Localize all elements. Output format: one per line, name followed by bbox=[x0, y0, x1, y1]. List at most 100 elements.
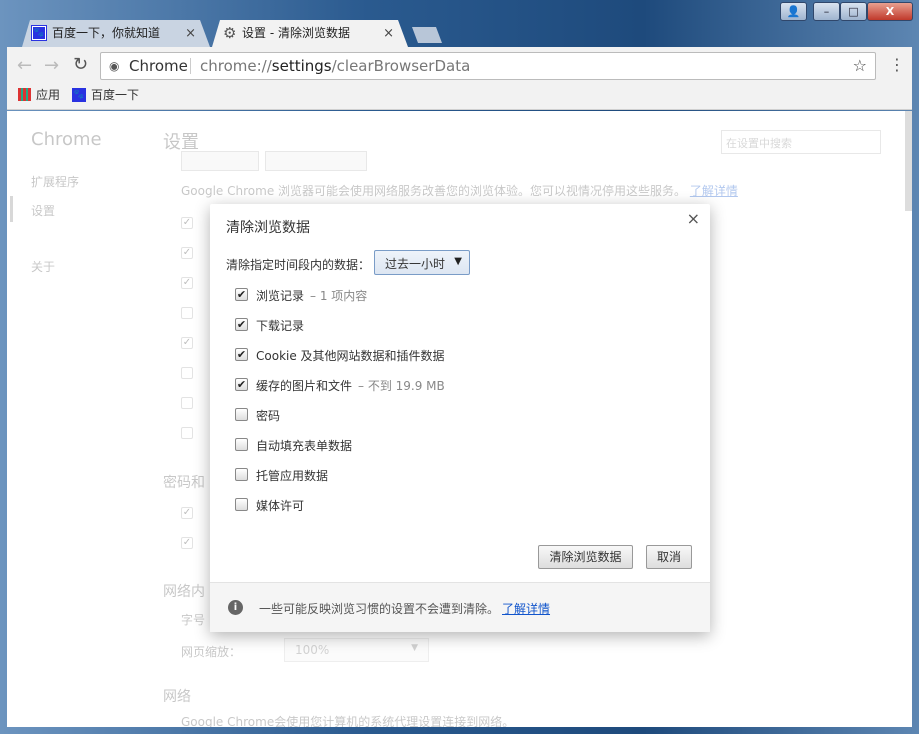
learn-more-link[interactable]: 了解详情 bbox=[690, 184, 738, 198]
zoom-value: 100% bbox=[295, 643, 330, 657]
menu-icon[interactable]: ⋮ bbox=[889, 55, 905, 74]
item-label: 下载记录 bbox=[256, 319, 305, 333]
item-label: 密码 bbox=[256, 409, 281, 423]
checkbox-label[interactable]: 下载记录 bbox=[256, 317, 304, 334]
bookmarks-bar: 应用 🐾 百度一下 bbox=[18, 86, 139, 103]
checkbox-4[interactable] bbox=[235, 408, 248, 421]
bookmark-label: 应用 bbox=[36, 88, 61, 102]
checkbox-5[interactable] bbox=[235, 438, 248, 451]
sidebar-item-about[interactable]: 关于 bbox=[31, 258, 55, 275]
bookmark-label: 百度一下 bbox=[91, 88, 140, 102]
bookmark-baidu[interactable]: 🐾 百度一下 bbox=[72, 86, 139, 103]
back-icon[interactable]: ← bbox=[17, 55, 32, 76]
item-label: Cookie 及其他网站数据和插件数据 bbox=[256, 349, 445, 363]
checkbox[interactable] bbox=[181, 427, 193, 439]
checkbox-0[interactable]: ✔ bbox=[235, 288, 248, 301]
sidebar-item-extensions[interactable]: 扩展程序 bbox=[31, 173, 79, 190]
checkbox[interactable]: ✓ bbox=[181, 537, 193, 549]
chrome-page-icon: ◉ bbox=[109, 59, 120, 73]
checkbox-7[interactable] bbox=[235, 498, 248, 511]
baidu-paw-icon: 🐾 bbox=[31, 25, 47, 41]
clear-browsing-data-dialog: 清除浏览数据 × 清除指定时间段内的数据： 过去一小时 ▼ ✔ 浏览记录 – 1 项内… bbox=[210, 204, 710, 632]
maximize-button[interactable]: □ bbox=[840, 2, 867, 21]
url: chrome://settings/clearBrowserData bbox=[200, 53, 470, 79]
checkbox-2[interactable]: ✔ bbox=[235, 348, 248, 361]
scrollbar[interactable] bbox=[905, 111, 912, 211]
tab-label: 设置 - 清除浏览数据 bbox=[242, 26, 350, 40]
content-settings-button[interactable] bbox=[181, 151, 259, 171]
zoom-select[interactable]: 100% ▼ bbox=[284, 638, 429, 662]
privacy-desc-text: Google Chrome 浏览器可能会使用网络服务改善您的浏览体验。您可以视情… bbox=[181, 184, 687, 198]
item-label: 自动填充表单数据 bbox=[256, 439, 353, 453]
tab-label: 百度一下，你就知道 bbox=[52, 26, 161, 40]
bookmark-apps[interactable]: 应用 bbox=[18, 86, 60, 103]
info-icon: i bbox=[228, 600, 243, 615]
checkbox[interactable] bbox=[181, 397, 193, 409]
checkbox-label[interactable]: Cookie 及其他网站数据和插件数据 bbox=[256, 347, 445, 364]
checkbox-label[interactable]: 托管应用数据 bbox=[256, 467, 328, 484]
checkbox-label[interactable]: 浏览记录 – 1 项内容 bbox=[256, 287, 367, 304]
checkbox-label[interactable]: 缓存的图片和文件 – 不到 19.9 MB bbox=[256, 377, 445, 394]
checkbox-3[interactable]: ✔ bbox=[235, 378, 248, 391]
settings-search-input[interactable]: 在设置中搜索 bbox=[721, 130, 881, 154]
address-bar[interactable]: ◉ Chrome chrome://settings/clearBrowserD… bbox=[100, 52, 876, 80]
item-note: – 不到 19.9 MB bbox=[358, 379, 445, 393]
chevron-down-icon: ▼ bbox=[411, 643, 418, 653]
section-heading: 网络内 bbox=[163, 584, 205, 600]
minimize-button[interactable]: – bbox=[813, 2, 840, 21]
checkbox[interactable]: ✓ bbox=[181, 507, 193, 519]
item-label: 缓存的图片和文件 bbox=[256, 379, 353, 393]
checkbox[interactable]: ✓ bbox=[181, 247, 193, 259]
checkbox-1[interactable]: ✔ bbox=[235, 318, 248, 331]
forward-icon[interactable]: → bbox=[44, 55, 59, 76]
close-tab-icon[interactable]: × bbox=[383, 20, 394, 47]
item-note: – 1 项内容 bbox=[310, 289, 368, 303]
learn-more-link[interactable]: 了解详情 bbox=[502, 600, 550, 617]
tab-baidu[interactable]: 🐾 百度一下，你就知道 × bbox=[22, 20, 210, 47]
item-label: 媒体许可 bbox=[256, 499, 305, 513]
gear-icon: ⚙ bbox=[223, 24, 237, 42]
clear-data-button[interactable] bbox=[265, 151, 367, 171]
sidebar-item-settings[interactable]: 设置 bbox=[31, 202, 55, 219]
font-size-label: 字号 bbox=[181, 613, 206, 627]
item-label: 托管应用数据 bbox=[256, 469, 329, 483]
item-label: 浏览记录 bbox=[256, 289, 305, 303]
close-tab-icon[interactable]: × bbox=[185, 20, 196, 47]
user-button[interactable]: 👤 bbox=[780, 2, 807, 21]
checkbox[interactable] bbox=[181, 307, 193, 319]
checkbox[interactable]: ✓ bbox=[181, 217, 193, 229]
bookmark-star-icon[interactable]: ☆ bbox=[853, 53, 867, 79]
close-window-button[interactable]: X bbox=[867, 2, 913, 21]
sidebar-active-indicator bbox=[10, 196, 13, 222]
site-label: Chrome bbox=[129, 57, 188, 75]
section-heading: 网络 bbox=[163, 689, 191, 705]
dialog-title: 清除浏览数据 bbox=[226, 220, 310, 236]
checkbox-label[interactable]: 媒体许可 bbox=[256, 497, 304, 514]
time-range-label: 清除指定时间段内的数据： bbox=[226, 258, 371, 272]
url-path: /clearBrowserData bbox=[331, 57, 471, 75]
sidebar-brand: Chrome bbox=[31, 129, 102, 150]
reload-icon[interactable]: ↻ bbox=[73, 54, 88, 75]
cancel-button[interactable]: 取消 bbox=[646, 545, 692, 569]
time-range-select[interactable]: 过去一小时 ▼ bbox=[374, 250, 470, 275]
close-dialog-icon[interactable]: × bbox=[687, 209, 700, 228]
privacy-desc: Google Chrome 浏览器可能会使用网络服务改善您的浏览体验。您可以视情… bbox=[181, 182, 738, 199]
divider bbox=[190, 58, 191, 74]
tab-settings[interactable]: ⚙ 设置 - 清除浏览数据 × bbox=[212, 20, 408, 47]
time-range-value: 过去一小时 bbox=[385, 257, 446, 271]
apps-grid-icon bbox=[18, 88, 31, 101]
new-tab-button[interactable] bbox=[412, 27, 442, 43]
footer-text: 一些可能反映浏览习惯的设置不会遭到清除。 bbox=[259, 602, 500, 616]
chevron-down-icon: ▼ bbox=[454, 256, 462, 267]
checkbox-label[interactable]: 自动填充表单数据 bbox=[256, 437, 352, 454]
checkbox[interactable]: ✓ bbox=[181, 277, 193, 289]
checkbox-label[interactable]: 密码 bbox=[256, 407, 280, 424]
clear-data-button[interactable]: 清除浏览数据 bbox=[538, 545, 633, 569]
baidu-paw-icon: 🐾 bbox=[72, 87, 87, 102]
url-host: settings bbox=[271, 57, 332, 75]
checkbox[interactable] bbox=[181, 367, 193, 379]
user-icon: 👤 bbox=[786, 5, 801, 18]
checkbox[interactable]: ✓ bbox=[181, 337, 193, 349]
network-desc: Google Chrome会使用您计算机的系统代理设置连接到网络。 bbox=[181, 715, 515, 727]
checkbox-6[interactable] bbox=[235, 468, 248, 481]
